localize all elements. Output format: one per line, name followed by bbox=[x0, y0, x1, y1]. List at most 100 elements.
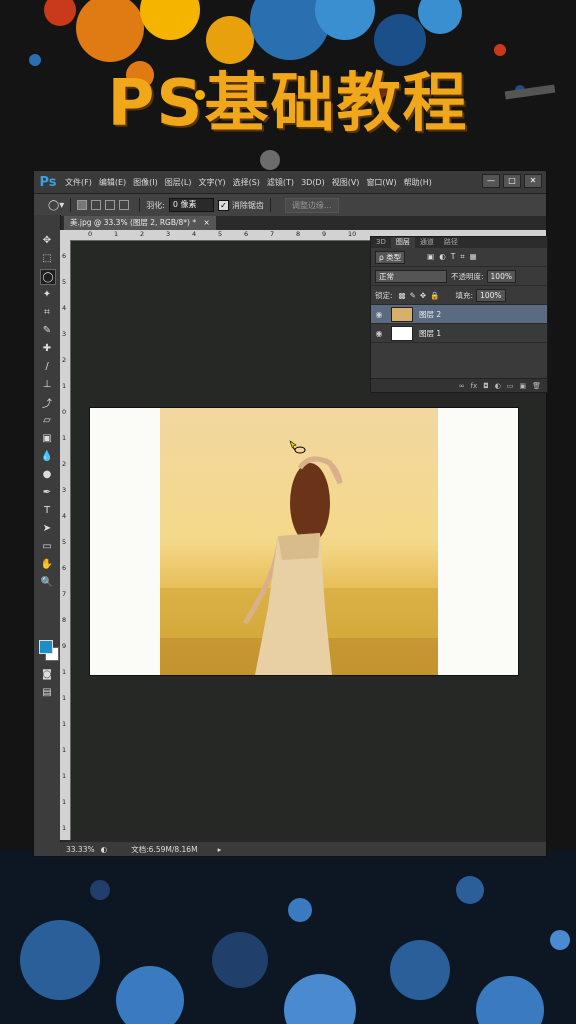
minimize-button[interactable]: — bbox=[482, 174, 500, 188]
marquee-icon[interactable]: ⬚ bbox=[40, 251, 54, 265]
layers-panel-footer: ∞ fx ◘ ◐ ▭ ▣ 🗑 bbox=[371, 378, 547, 392]
new-group-icon[interactable]: ▭ bbox=[507, 382, 514, 390]
crop-icon[interactable]: ⌗ bbox=[40, 305, 54, 319]
ruler-label: 5 bbox=[62, 278, 67, 286]
screen-mode-icon[interactable]: ▤ bbox=[40, 685, 54, 699]
status-info-icon[interactable]: ◐ bbox=[101, 845, 108, 854]
menu-select[interactable]: 选择(S) bbox=[233, 177, 260, 188]
menu-layer[interactable]: 图层(L) bbox=[165, 177, 192, 188]
close-tab-icon[interactable]: × bbox=[203, 218, 209, 227]
photoshop-window: Ps 文件(F) 编辑(E) 图像(I) 图层(L) 文字(Y) 选择(S) 滤… bbox=[33, 170, 548, 857]
layer-style-icon[interactable]: fx bbox=[471, 382, 478, 390]
ruler-label: 3 bbox=[62, 330, 67, 338]
ruler-label: 2 bbox=[140, 230, 145, 238]
ruler-label: 3 bbox=[166, 230, 171, 238]
lock-icons[interactable]: ▩✎✥🔒 bbox=[399, 291, 444, 300]
panel-tabs: 3D 图层 通道 路径 bbox=[371, 237, 547, 248]
menu-type[interactable]: 文字(Y) bbox=[198, 177, 225, 188]
brush-icon[interactable]: / bbox=[40, 359, 54, 373]
refine-edge-button[interactable]: 调整边缘... bbox=[284, 197, 339, 213]
feather-input[interactable]: 0 像素 bbox=[168, 198, 214, 212]
document-tab-bar: 美.jpg @ 33.3% (图层 2, RGB/8*) * × bbox=[60, 216, 546, 230]
quick-mask-icon[interactable]: ◙ bbox=[40, 667, 54, 681]
zoom-icon[interactable]: 🔍 bbox=[40, 575, 54, 589]
tab-paths[interactable]: 路径 bbox=[439, 237, 463, 248]
eye-icon[interactable]: ◉ bbox=[371, 310, 387, 319]
add-mask-icon[interactable]: ◘ bbox=[483, 382, 489, 390]
ruler-label: 2 bbox=[62, 460, 67, 468]
layer-row[interactable]: ◉ 图层 2 bbox=[371, 305, 547, 324]
close-button[interactable]: ✕ bbox=[524, 174, 542, 188]
gradient-icon[interactable]: ▣ bbox=[40, 431, 54, 445]
ruler-label: 6 bbox=[62, 252, 67, 260]
eye-icon[interactable]: ◉ bbox=[371, 329, 387, 338]
layer-filter-row: ρ 类型 ▣◐T⌗▦ bbox=[371, 248, 547, 267]
blur-icon[interactable]: 💧 bbox=[40, 449, 54, 463]
ruler-label: 1 bbox=[62, 382, 67, 390]
ruler-label: 5 bbox=[62, 538, 67, 546]
lasso-icon[interactable]: ◯ bbox=[40, 269, 56, 285]
type-icon[interactable]: T bbox=[40, 503, 54, 517]
hand-icon[interactable]: ✋ bbox=[40, 557, 54, 571]
move-icon[interactable]: ✥ bbox=[40, 233, 54, 247]
menu-view[interactable]: 视图(V) bbox=[332, 177, 360, 188]
eraser-icon[interactable]: ▱ bbox=[40, 413, 54, 427]
new-selection-icon[interactable] bbox=[77, 200, 88, 210]
menu-window[interactable]: 窗口(W) bbox=[366, 177, 396, 188]
ruler-vertical: 6 5 4 3 2 1 0 1 2 3 4 5 6 7 8 9 1 1 1 1 … bbox=[60, 240, 71, 840]
intersect-selection-icon[interactable] bbox=[119, 200, 130, 210]
add-selection-icon[interactable] bbox=[91, 200, 102, 210]
menu-3d[interactable]: 3D(D) bbox=[301, 178, 325, 187]
delete-layer-icon[interactable]: 🗑 bbox=[532, 382, 541, 390]
ruler-label: 1 bbox=[62, 668, 67, 676]
layer-filter-select[interactable]: ρ 类型 bbox=[375, 250, 406, 264]
adjustment-layer-icon[interactable]: ◐ bbox=[495, 382, 501, 390]
ruler-label: 1 bbox=[62, 746, 67, 754]
status-menu-arrow-icon[interactable]: ▸ bbox=[218, 845, 222, 854]
menu-image[interactable]: 图像(I) bbox=[133, 177, 158, 188]
ruler-label: 7 bbox=[270, 230, 275, 238]
shape-icon[interactable]: ▭ bbox=[40, 539, 54, 553]
fill-input[interactable]: 100% bbox=[476, 288, 506, 302]
maximize-button[interactable]: □ bbox=[503, 174, 521, 188]
menu-filter[interactable]: 滤镜(T) bbox=[267, 177, 294, 188]
new-layer-icon[interactable]: ▣ bbox=[519, 382, 526, 390]
status-bar: 33.33% ◐ 文档:6.59M/8.16M ▸ bbox=[60, 842, 546, 856]
dodge-icon[interactable]: ● bbox=[40, 467, 54, 481]
lasso-tool-preset-icon[interactable]: ◯▾ bbox=[48, 200, 64, 211]
filter-icons[interactable]: ▣◐T⌗▦ bbox=[427, 252, 482, 262]
ruler-label: 2 bbox=[62, 356, 67, 364]
history-brush-icon[interactable]: ⤴ bbox=[40, 395, 54, 410]
tab-3d[interactable]: 3D bbox=[371, 237, 391, 248]
ruler-label: 1 bbox=[62, 434, 67, 442]
ruler-label: 1 bbox=[62, 772, 67, 780]
link-layers-icon[interactable]: ∞ bbox=[459, 382, 465, 390]
stamp-icon[interactable]: ⊥ bbox=[40, 377, 54, 391]
tab-layers[interactable]: 图层 bbox=[390, 237, 415, 248]
opacity-input[interactable]: 100% bbox=[486, 269, 516, 283]
magic-wand-icon[interactable]: ✦ bbox=[40, 287, 54, 301]
healing-icon[interactable]: ✚ bbox=[40, 341, 54, 355]
tab-channels[interactable]: 通道 bbox=[415, 237, 439, 248]
blend-mode-select[interactable]: 正常 bbox=[375, 269, 447, 283]
antialias-checkbox[interactable]: ✓ bbox=[217, 199, 229, 211]
subtract-selection-icon[interactable] bbox=[105, 200, 116, 210]
ruler-label: 1 bbox=[62, 798, 67, 806]
ruler-label: 6 bbox=[244, 230, 249, 238]
eyedropper-icon[interactable]: ✎ bbox=[40, 323, 54, 337]
ruler-label: 1 bbox=[62, 694, 67, 702]
menu-help[interactable]: 帮助(H) bbox=[404, 177, 432, 188]
layer-thumbnail bbox=[391, 306, 413, 322]
menu-file[interactable]: 文件(F) bbox=[65, 177, 92, 188]
zoom-level[interactable]: 33.33% bbox=[66, 845, 95, 854]
foreground-color-swatch[interactable] bbox=[39, 640, 53, 654]
layer-name: 图层 1 bbox=[419, 328, 442, 338]
menu-edit[interactable]: 编辑(E) bbox=[99, 177, 126, 188]
document-size: 文档:6.59M/8.16M bbox=[131, 844, 198, 854]
document-tab-label: 美.jpg @ 33.3% (图层 2, RGB/8*) * bbox=[70, 218, 197, 227]
layer-row[interactable]: ◉ 图层 1 bbox=[371, 324, 547, 343]
pen-icon[interactable]: ✒ bbox=[40, 485, 54, 499]
document-tab[interactable]: 美.jpg @ 33.3% (图层 2, RGB/8*) * × bbox=[64, 216, 216, 230]
ruler-label: 5 bbox=[218, 230, 223, 238]
path-select-icon[interactable]: ➤ bbox=[40, 521, 54, 535]
